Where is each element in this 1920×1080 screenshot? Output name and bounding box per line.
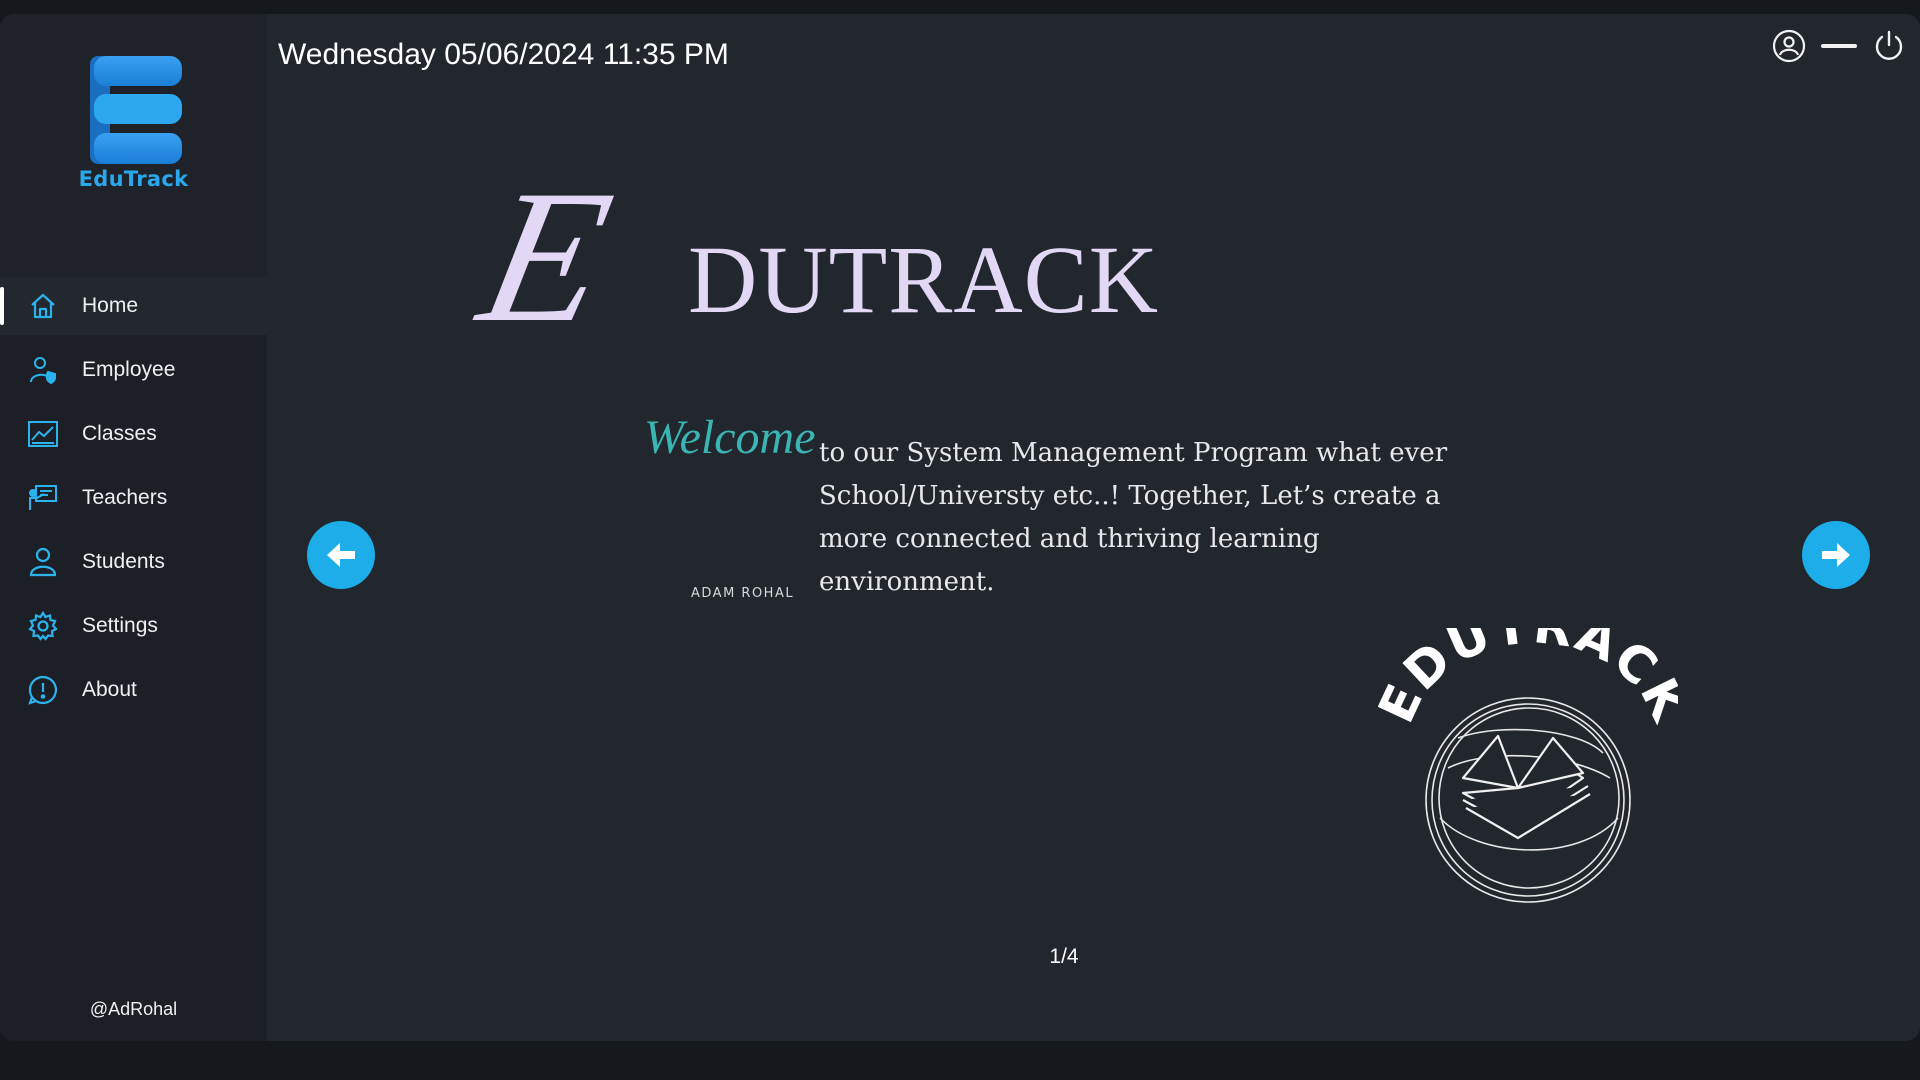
employee-icon [28, 355, 58, 385]
minimize-icon[interactable] [1820, 27, 1858, 65]
sidebar-item-teachers[interactable]: Teachers [0, 469, 267, 527]
sidebar-item-label: Teachers [82, 486, 168, 509]
teacher-board-icon [28, 483, 58, 513]
hero-initial: E [465, 152, 627, 362]
sidebar-item-label: About [82, 678, 137, 701]
next-slide-button[interactable] [1802, 521, 1870, 589]
home-icon [28, 291, 58, 321]
app-window: EduTrack Home Employee Classes Teachers … [0, 14, 1920, 1041]
slide-indicator: 1/4 [1049, 945, 1079, 968]
sidebar-item-label: Classes [82, 422, 157, 445]
arrow-left-icon [327, 543, 355, 567]
prev-slide-button[interactable] [307, 521, 375, 589]
quote-text: to our System Management Program what ev… [819, 438, 1448, 597]
sidebar-item-employee[interactable]: Employee [0, 341, 267, 399]
hero-title: DUTRACK [688, 226, 1160, 333]
sidebar-item-label: Employee [82, 358, 176, 381]
user-circle-icon[interactable] [1770, 27, 1808, 65]
sidebar-item-home[interactable]: Home [0, 277, 267, 335]
open-book-icon [1461, 734, 1591, 840]
author-handle: @AdRohal [89, 999, 178, 1019]
edutrack-seal-logo: EDUTRACK [1378, 628, 1678, 903]
sidebar-item-settings[interactable]: Settings [0, 597, 267, 655]
info-icon [28, 675, 58, 705]
edutrack-logo-icon [90, 56, 182, 164]
logo-area: EduTrack [0, 14, 267, 277]
app-name: EduTrack [78, 167, 189, 191]
arrow-right-icon [1822, 543, 1850, 567]
sidebar-item-classes[interactable]: Classes [0, 405, 267, 463]
gear-icon [28, 611, 58, 641]
chart-icon [28, 419, 58, 449]
quote-author: ADAM ROHAL [691, 586, 795, 601]
power-icon[interactable] [1870, 27, 1908, 65]
sidebar-item-label: Settings [82, 614, 158, 637]
welcome-quote: to our System Management Program what ev… [691, 432, 1451, 604]
sidebar-item-label: Students [82, 550, 165, 573]
sidebar-item-label: Home [82, 294, 139, 317]
sidebar-nav: Home Employee Classes Teachers Students … [0, 277, 267, 725]
sidebar-item-students[interactable]: Students [0, 533, 267, 591]
window-controls [1770, 27, 1908, 65]
svg-text:EDUTRACK: EDUTRACK [1378, 628, 1678, 732]
sidebar-item-about[interactable]: About [0, 661, 267, 719]
sidebar: EduTrack Home Employee Classes Teachers … [0, 14, 267, 1041]
student-icon [28, 547, 58, 577]
seal-text: EDUTRACK [1378, 628, 1678, 732]
datetime: Wednesday 05/06/2024 11:35 PM [278, 38, 729, 71]
